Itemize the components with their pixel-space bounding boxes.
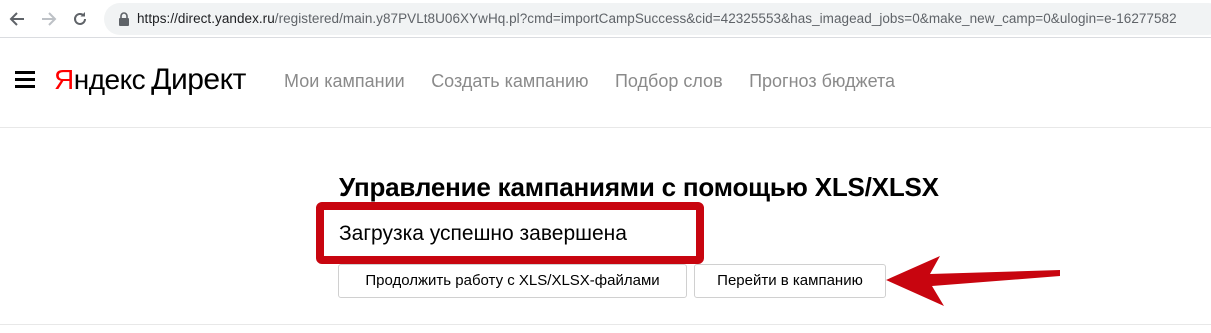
go-to-campaign-button[interactable]: Перейти в кампанию — [694, 264, 886, 298]
continue-xls-button[interactable]: Продолжить работу с XLS/XLSX-файлами — [338, 264, 687, 298]
nav-my-campaigns[interactable]: Мои кампании — [284, 71, 405, 91]
annotation-arrow-icon — [886, 256, 1060, 306]
logo-yandex: Яндекс — [54, 64, 146, 95]
logo-yandex-rest: ндекс — [73, 64, 146, 95]
menu-hamburger-icon[interactable] — [15, 71, 35, 89]
nav-create-campaign[interactable]: Создать кампанию — [431, 71, 588, 91]
reload-icon[interactable] — [70, 9, 90, 29]
url-text[interactable]: https://direct.yandex.ru/registered/main… — [137, 11, 1211, 26]
yandex-direct-logo[interactable]: Яндекс Директ — [54, 63, 246, 99]
nav-budget-forecast[interactable]: Прогноз бюджета — [749, 71, 895, 91]
url-host: https://direct.yandex.ru — [137, 11, 275, 26]
main-nav: Мои кампании Создать кампанию Подбор сло… — [284, 71, 917, 92]
url-path: /registered/main.y87PVLt8U06XYwHq.pl?cmd… — [274, 11, 1177, 26]
forward-arrow-icon[interactable] — [39, 9, 59, 29]
lock-icon — [118, 12, 130, 26]
content-divider — [0, 324, 1211, 325]
browser-toolbar: https://direct.yandex.ru/registered/main… — [0, 0, 1211, 38]
page-title: Управление кампаниями с помощью XLS/XLSX — [339, 172, 939, 202]
upload-success-message: Загрузка успешно завершена — [339, 222, 627, 245]
back-arrow-icon[interactable] — [7, 9, 27, 29]
logo-direct: Директ — [151, 63, 246, 96]
nav-keyword-selection[interactable]: Подбор слов — [615, 71, 723, 91]
site-header: Яндекс Директ Мои кампании Создать кампан… — [0, 38, 1211, 128]
logo-yandex-first-letter: Я — [54, 64, 74, 95]
